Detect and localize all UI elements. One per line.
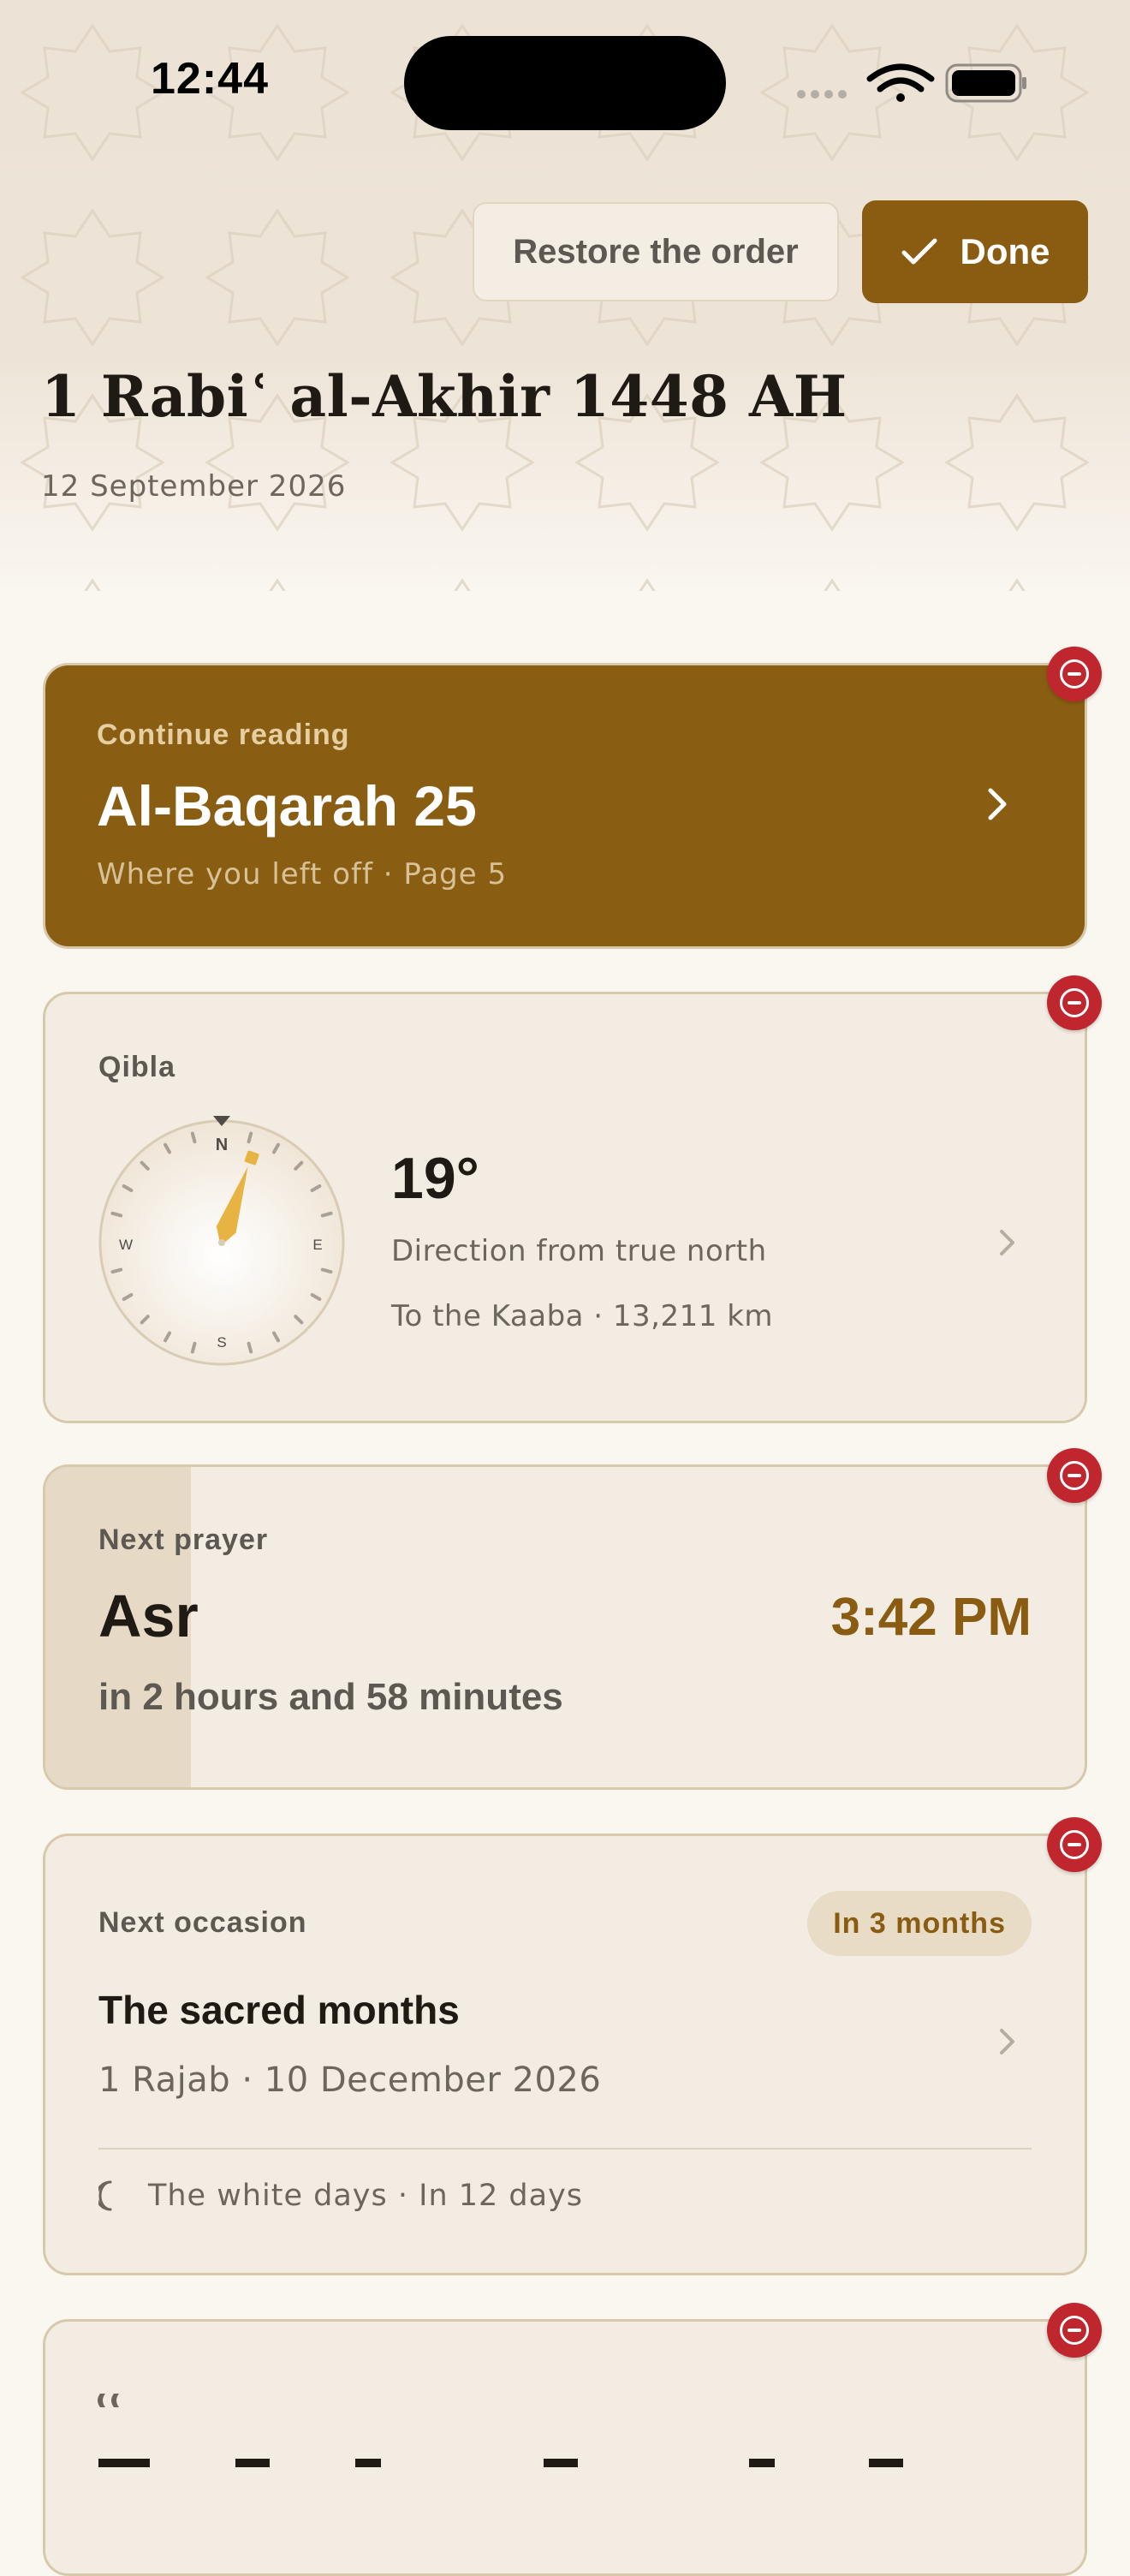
dynamic-island (404, 36, 726, 130)
remove-prayer-card-button[interactable] (1047, 1448, 1102, 1503)
minus-circle-icon (1060, 1830, 1089, 1859)
chevron-right-icon (1000, 1230, 1014, 1255)
qibla-card[interactable]: Qibla N E S W 19° Direction from true no… (43, 992, 1087, 1423)
compass-tick (190, 1131, 197, 1144)
wifi-icon (866, 63, 935, 102)
next-occasion-label: Next occasion (98, 1906, 307, 1939)
next-occasion-card[interactable]: Next occasion In 3 months The sacred mon… (43, 1834, 1087, 2275)
remove-reading-card-button[interactable] (1047, 647, 1102, 701)
remove-quote-card-button[interactable] (1047, 2303, 1102, 2358)
next-prayer-label: Next prayer (98, 1524, 269, 1556)
checkmark-icon (901, 238, 937, 265)
reading-position: Where you left off · Page 5 (97, 857, 508, 891)
chevron-right-icon (1000, 2029, 1014, 2054)
minus-circle-icon (1060, 2316, 1089, 2345)
prayer-countdown: in 2 hours and 58 minutes (98, 1676, 563, 1718)
prayer-time: 3:42 PM (830, 1588, 1032, 1647)
signal-icon (797, 90, 847, 98)
minus-circle-icon (1060, 988, 1089, 1017)
compass-tick (190, 1341, 197, 1354)
quote-text-partial-glyphs (98, 2459, 903, 2467)
status-time: 12:44 (151, 54, 269, 104)
prayer-name: Asr (98, 1583, 199, 1649)
white-days-text: The white days · In 12 days (148, 2179, 584, 2213)
remove-qibla-card-button[interactable] (1047, 975, 1102, 1030)
compass-e: E (312, 1237, 322, 1253)
compass-n: N (216, 1136, 228, 1154)
compass-tick (247, 1341, 253, 1354)
gregorian-date: 12 September 2026 (41, 469, 347, 504)
white-days-row: The white days · In 12 days (98, 2179, 583, 2213)
occasion-title: The sacred months (98, 1988, 460, 2032)
qibla-description: Direction from true north (391, 1234, 767, 1268)
continue-reading-label: Continue reading (97, 719, 350, 751)
minus-circle-icon (1060, 659, 1089, 689)
compass-tick (247, 1131, 253, 1144)
compass-tick (320, 1267, 333, 1274)
battery-icon (945, 63, 1026, 103)
status-icons (797, 63, 1026, 103)
compass-tick (110, 1211, 123, 1218)
qibla-degrees: 19° (391, 1146, 479, 1211)
hijri-date: 1 Rabiʿ al-Akhir 1448 AH (41, 363, 848, 430)
continue-reading-card[interactable]: Continue reading Al-Baqarah 25 Where you… (43, 663, 1087, 949)
qibla-label: Qibla (98, 1051, 176, 1083)
compass-tick (320, 1211, 333, 1218)
kaaba-distance: To the Kaaba · 13,211 km (391, 1299, 773, 1333)
quote-mark-icon (98, 2394, 119, 2407)
remove-occasion-card-button[interactable] (1047, 1817, 1102, 1872)
divider (98, 2148, 1032, 2150)
restore-order-button[interactable]: Restore the order (473, 202, 839, 301)
restore-order-label: Restore the order (513, 232, 799, 271)
done-button[interactable]: Done (862, 200, 1088, 303)
quote-text-hidden (98, 2450, 955, 2467)
surah-title: Al-Baqarah 25 (97, 774, 477, 838)
next-prayer-card[interactable]: Next prayer Asr 3:42 PM in 2 hours and 5… (43, 1464, 1087, 1790)
occasion-countdown-badge: In 3 months (807, 1891, 1032, 1956)
qibla-compass: N E S W (98, 1116, 345, 1366)
quote-card[interactable] (43, 2319, 1087, 2576)
compass-w: W (119, 1237, 133, 1253)
compass-s: S (217, 1334, 226, 1351)
occasion-date: 1 Rajab · 10 December 2026 (98, 2060, 602, 2100)
compass-tick (110, 1267, 123, 1274)
done-label: Done (960, 231, 1050, 271)
crescent-moon-icon (98, 2180, 112, 2211)
minus-circle-icon (1060, 1461, 1089, 1490)
chevron-right-icon (988, 788, 1007, 820)
